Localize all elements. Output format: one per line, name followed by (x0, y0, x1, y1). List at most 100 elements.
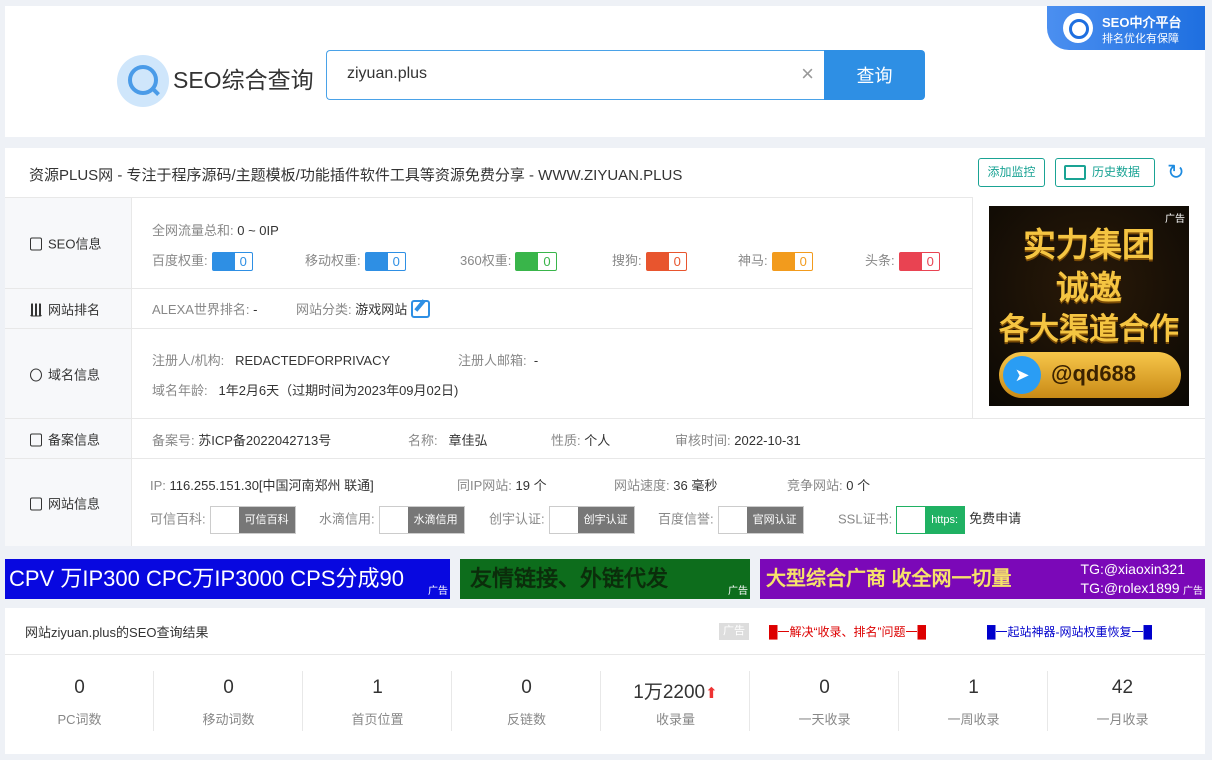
history-button-label: 历史数据 (1092, 165, 1141, 179)
rank-label: 网站排名 (48, 302, 101, 317)
category-label: 网站分类: (296, 302, 352, 317)
paw-icon (365, 253, 388, 271)
stats-bar: 0 PC词数 0 移动词数 1 首页位置 0 反链数 1万2200⬆ 收录量 0 一天收录 … (5, 654, 1205, 754)
paw-icon (212, 253, 235, 271)
weight-sogou: 搜狗: 0 (612, 250, 687, 272)
icp-name: 章佳弘 (448, 433, 488, 448)
site-title: 资源PLUS网 - 专注于程序源码/主题模板/功能插件软件工具等资源免费分享 -… (29, 167, 683, 184)
clear-icon[interactable]: × (801, 61, 814, 87)
stat-week-indexed[interactable]: 1 一周收录 (899, 655, 1048, 755)
history-icon (1064, 165, 1086, 180)
web-info-label: 网站信息 (48, 496, 101, 511)
promo-link-2[interactable]: █一起站神器-网站权重恢复一█ (987, 623, 1152, 640)
rank-row: 网站排名 ALEXA世界排名: - 网站分类: 游戏网站 (5, 288, 973, 328)
weight-mobile: 移动权重: 0 (305, 250, 406, 272)
ad-line-1: 实力集团 (1023, 226, 1155, 263)
add-monitor-button[interactable]: 添加监控 (978, 158, 1045, 187)
traffic-label: 全网流量总和: (152, 223, 234, 238)
logo-title: SEO综合查询 (173, 67, 314, 93)
edit-icon[interactable] (411, 300, 431, 318)
seo-info-row: SEO信息 全网流量总和: 0 ~ 0IP 百度权重: 0 移动权重: 0 360权… (5, 197, 973, 288)
web-info-row: 网站信息 IP: 116.255.151.30[中国河南郑州 联通] 同IP网站… (5, 458, 1205, 546)
stat-pc-words[interactable]: 0 PC词数 (5, 655, 154, 755)
icp-audit-date: 2022-10-31 (734, 433, 801, 448)
stat-mobile-words[interactable]: 0 移动词数 (154, 655, 303, 755)
refresh-icon[interactable]: ↻ (1167, 160, 1185, 185)
ad-line-2: 诚邀 (1056, 269, 1122, 306)
seo-agency-badge[interactable]: SEO中介平台 排名优化有保障 (1047, 6, 1205, 50)
age-label: 域名年龄: (152, 383, 208, 398)
ssl-badge[interactable]: https: (896, 506, 966, 534)
ad-label: 广告 (719, 623, 749, 640)
domain-label: 域名信息 (48, 367, 101, 382)
chart-icon (1063, 13, 1093, 43)
www-icon (30, 368, 42, 381)
shuidi-badge[interactable]: 水滴信用 (378, 506, 465, 534)
seo-info-label: SEO信息 (48, 236, 102, 252)
seo-logo-icon (117, 55, 169, 107)
icp-nature: 个人 (584, 433, 611, 448)
search-header: SEO综合查询 ziyuan.plus × 查询 SEO中介平台 排名优化有保障 (5, 6, 1205, 137)
sogou-icon (646, 253, 669, 271)
verified-v-icon (549, 507, 578, 533)
stat-backlinks[interactable]: 0 反链数 (452, 655, 601, 755)
kexin-badge[interactable]: 可信百科 (209, 506, 296, 534)
compete-value[interactable]: 0 个 (846, 478, 870, 493)
up-arrow-icon: ⬆ (705, 685, 718, 702)
weight-baidu: 百度权重: 0 (152, 250, 253, 272)
stat-month-indexed[interactable]: 42 一月收录 (1048, 655, 1197, 755)
category-value: 游戏网站 (355, 302, 408, 317)
search-input-value[interactable]: ziyuan.plus (347, 65, 427, 83)
same-ip-value[interactable]: 19 个 (516, 478, 547, 493)
ad-handle: @qd688 (1051, 361, 1137, 386)
icp-label: 备案信息 (48, 432, 101, 447)
banner-ad-1[interactable]: CPV 万IP300 CPC万IP3000 CPS分成90 广告 (5, 559, 450, 599)
icp-row: 备案信息 备案号: 苏ICP备2022042713号 名称: 章佳弘 性质: 个… (5, 418, 1205, 458)
email-label: 注册人邮箱: (458, 353, 527, 368)
weight-shenma: 神马: 0 (738, 250, 813, 272)
site-info-card: 资源PLUS网 - 专注于程序源码/主题模板/功能插件软件工具等资源免费分享 -… (5, 148, 1205, 546)
email-value: - (533, 353, 539, 368)
list-icon (30, 497, 42, 510)
ssl-icon (897, 507, 926, 533)
promo-link-1[interactable]: █一解决“收录、排名”问题一█ (769, 623, 926, 640)
corner-title: SEO中介平台 (1102, 15, 1182, 30)
corner-subtitle: 排名优化有保障 (1102, 33, 1179, 45)
seo-result-card: 网站ziyuan.plus的SEO查询结果 广告 █一解决“收录、排名”问题一█… (5, 608, 1205, 754)
file-icon (30, 433, 42, 446)
shenma-icon (772, 253, 795, 271)
chuangyu-badge[interactable]: 创宇认证 (548, 506, 635, 534)
alexa-label: ALEXA世界排名: (152, 302, 250, 317)
telegram-icon: ➤ (1003, 356, 1041, 394)
toutiao-icon (899, 253, 922, 271)
banner-ad-2[interactable]: 友情链接、外链代发 广告 (460, 559, 750, 599)
registrant-value: REDACTEDFORPRIVACY (235, 353, 391, 368)
stat-day-indexed[interactable]: 0 一天收录 (750, 655, 899, 755)
alexa-value: - (253, 302, 258, 317)
traffic-value: 0 ~ 0IP (237, 223, 279, 238)
ssl-apply-link[interactable]: 免费申请 (969, 511, 1021, 526)
banner-ad-3[interactable]: 大型综合广商 收全网一切量 TG:@xiaoxin321 TG:@rolex189… (760, 559, 1205, 599)
search-button[interactable]: 查询 (824, 50, 925, 100)
weight-toutiao: 头条: 0 (865, 250, 940, 272)
ad-line-3: 各大渠道合作 (999, 313, 1179, 346)
age-value: 1年2月6天（过期时间为2023年09月02日) (218, 383, 459, 398)
shield-icon (210, 507, 239, 533)
paw-icon (718, 507, 747, 533)
icp-number: 苏ICP备2022042713号 (198, 433, 332, 448)
stat-indexed[interactable]: 1万2200⬆ 收录量 (601, 655, 750, 755)
ip-value[interactable]: 116.255.151.30[中国河南郑州 联通] (170, 478, 374, 493)
stat-home-position[interactable]: 1 首页位置 (303, 655, 452, 755)
history-data-button[interactable]: 历史数据 (1055, 158, 1155, 187)
search-input[interactable]: ziyuan.plus × (326, 50, 826, 100)
registrant-label: 注册人/机构: (152, 353, 225, 368)
document-icon (30, 237, 42, 251)
baidu-credit-badge[interactable]: 官网认证 (717, 506, 804, 534)
bar-chart-icon (30, 303, 42, 316)
weight-360: 360权重: 0 (460, 250, 557, 272)
water-drop-icon (379, 507, 408, 533)
side-ad[interactable]: 广告 实力集团 诚邀 各大渠道合作 ➤ @qd688 (989, 206, 1189, 406)
domain-row: 域名信息 注册人/机构: REDACTEDFORPRIVACY 注册人邮箱: -… (5, 328, 973, 418)
speed-value: 36 毫秒 (673, 478, 718, 493)
360-icon (516, 253, 539, 271)
